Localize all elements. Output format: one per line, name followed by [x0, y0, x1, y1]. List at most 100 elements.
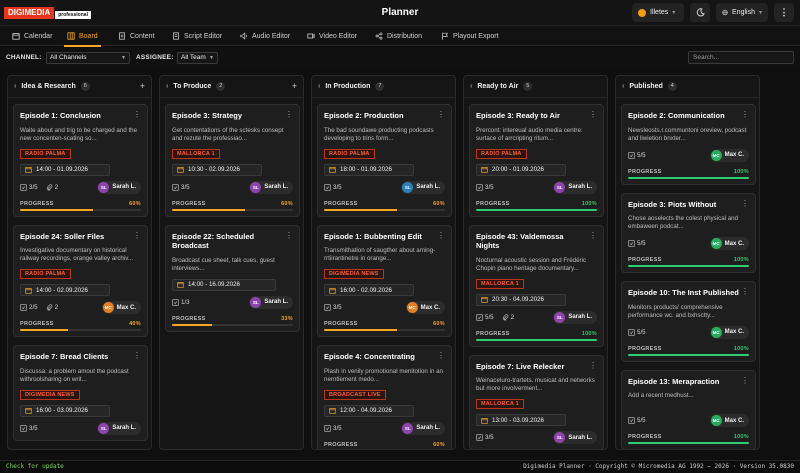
episode-card[interactable]: Episode 4: Concentrating ⋮ Plash in venily… [317, 345, 452, 449]
collapse-chevron-icon[interactable]: ‹ [166, 83, 168, 90]
schedule-date-text: 10:30 - 02.09.2026 [188, 166, 240, 173]
schedule-date[interactable]: 14:00 - 02.09.2026 [20, 284, 110, 296]
more-vertical-icon[interactable]: ⋮ [741, 111, 749, 119]
assignee-chip[interactable]: SL Sarah L. [401, 180, 445, 194]
episode-card[interactable]: Episode 13: Merapraction ⋮ Add a recent me… [621, 369, 756, 449]
column-count-badge: 6 [80, 82, 90, 91]
more-vertical-icon[interactable]: ⋮ [133, 352, 141, 360]
collapse-chevron-icon[interactable]: ‹ [318, 83, 320, 90]
assignee-chip[interactable]: SL Sarah L. [553, 431, 597, 444]
card-description: Get contentations of the sctesks consept… [172, 126, 284, 142]
collapse-chevron-icon[interactable]: ‹ [14, 83, 16, 90]
schedule-date[interactable]: 18:00 - 01.09.2026 [324, 163, 414, 176]
schedule-date[interactable]: 10:30 - 02.09.2026 [172, 163, 262, 176]
task-count: 3/5 [324, 184, 342, 191]
tab-label: Audio Editor [252, 32, 291, 40]
assignee-chip[interactable]: MC Max C. [101, 301, 141, 314]
episode-card[interactable]: Episode 2: Communication ⋮ Newsleosts.r.co… [621, 104, 756, 185]
schedule-date[interactable]: 20:30 - 04.09.2026 [476, 293, 566, 306]
assignee-chip[interactable]: SL Sarah L. [553, 180, 597, 194]
assignee-chip[interactable]: MC Max C. [405, 301, 445, 314]
tab-playout-export[interactable]: Playout Export [441, 26, 499, 46]
episode-card[interactable]: Episode 7: Live Relecker ⋮ Weinaceluro-tra… [469, 354, 604, 449]
schedule-date[interactable]: 16:00 - 02.09.2026 [324, 284, 414, 296]
tab-script-editor[interactable]: Script Editor [172, 26, 222, 46]
channel-select[interactable]: All Channels ▼ [46, 52, 130, 64]
calendar-icon [177, 167, 184, 173]
tab-content[interactable]: Content [118, 26, 155, 46]
card-title: Episode 3: Ready to Air [476, 111, 560, 120]
card-description: Broadcast cue sheet, talk cues, guest in… [172, 256, 275, 272]
more-vertical-icon[interactable]: ⋮ [741, 199, 749, 207]
more-vertical-icon[interactable]: ⋮ [437, 111, 445, 119]
tab-distribution[interactable]: Distribution [375, 26, 422, 46]
progress-label: PROGRESS [324, 321, 358, 327]
schedule-date[interactable]: 20:00 - 01.09.2026 [476, 163, 566, 176]
more-vertical-icon[interactable]: ⋮ [437, 231, 445, 239]
assignee-chip[interactable]: SL Sarah L. [97, 421, 141, 435]
episode-card[interactable]: Episode 2: Production ⋮ The bad soundawe p… [317, 104, 452, 217]
episode-card[interactable]: Episode 3: Piots Without ⋮ Chose aoselects… [621, 192, 756, 273]
more-vertical-icon[interactable]: ⋮ [589, 111, 597, 119]
language-menu-button[interactable]: English ▾ [716, 3, 768, 22]
checklist-icon [20, 183, 27, 191]
more-vertical-icon[interactable]: ⋮ [437, 352, 445, 360]
schedule-date[interactable]: 12:00 - 04.09.2026 [324, 404, 414, 417]
add-card-icon[interactable]: + [140, 82, 145, 91]
assignee-chip[interactable]: SL Sarah L. [401, 421, 445, 435]
more-vertical-icon[interactable]: ⋮ [741, 288, 749, 296]
episode-card[interactable]: Episode 1: Conclusion ⋮ Waite about and tr… [13, 104, 148, 217]
assignee-chip[interactable]: SL Sarah L. [553, 310, 597, 324]
episode-card[interactable]: Episode 1: Bubbenting Edit ⋮ Transmithatio… [317, 224, 452, 337]
assignee-name: Sarah L. [568, 184, 592, 190]
tab-board[interactable]: Board [64, 26, 101, 47]
more-menu-button[interactable]: ⋮ [774, 3, 794, 22]
schedule-date[interactable]: 16:00 - 03.09.2026 [20, 404, 110, 417]
episode-card[interactable]: Episode 22: Scheduled Broadcast ⋮ Broadcas… [165, 224, 300, 332]
assignee-chip[interactable]: MC Max C. [709, 237, 749, 250]
avatar: MC [406, 302, 418, 313]
assignee-chip[interactable]: MC Max C. [709, 148, 749, 162]
more-vertical-icon[interactable]: ⋮ [133, 111, 141, 119]
episode-card[interactable]: Episode 7: Bread Clients ⋮ Discussa: a pro… [13, 345, 148, 441]
tab-calendar[interactable]: Calendar [12, 26, 52, 46]
theme-toggle-button[interactable] [690, 3, 710, 22]
chevron-down-icon: ▾ [672, 10, 676, 16]
content-icon [119, 32, 125, 40]
board-column: ‹ Published 4 Episode 2: Communication ⋮ News… [615, 75, 760, 450]
search-input[interactable] [688, 51, 794, 64]
more-vertical-icon[interactable]: ⋮ [741, 376, 749, 384]
user-menu-button[interactable]: Illetes ▾ [632, 3, 684, 22]
attachment-count-text: 2 [54, 183, 59, 191]
more-vertical-icon[interactable]: ⋮ [589, 231, 597, 239]
assignee-chip[interactable]: MC Max C. [709, 325, 749, 339]
schedule-date[interactable]: 13:00 - 03.09.2026 [476, 414, 566, 426]
assignee-chip[interactable]: SL Sarah L. [249, 180, 293, 194]
collapse-chevron-icon[interactable]: ‹ [622, 83, 624, 90]
episode-card[interactable]: Episode 43: Valdemossa Nights ⋮ Nocturnal … [469, 224, 604, 347]
more-vertical-icon[interactable]: ⋮ [589, 361, 597, 369]
tab-audio-editor[interactable]: Audio Editor [240, 26, 290, 46]
assignee-chip[interactable]: SL Sarah L. [249, 295, 293, 309]
episode-card[interactable]: Episode 3: Strategy ⋮ Get contentations of… [165, 104, 300, 217]
schedule-date[interactable]: 14:00 - 16.09.2026 [172, 278, 276, 291]
more-vertical-icon[interactable]: ⋮ [285, 231, 293, 239]
episode-card[interactable]: Episode 24: Soller Files ⋮ Investigative d… [13, 224, 148, 337]
episode-card[interactable]: Episode 10: The Inst Published ⋮ Menitors … [621, 281, 756, 362]
check-update-link[interactable]: Check for update [6, 461, 64, 473]
more-vertical-icon[interactable]: ⋮ [133, 231, 141, 239]
language-label: English [732, 9, 755, 16]
more-vertical-icon[interactable]: ⋮ [285, 111, 293, 119]
collapse-chevron-icon[interactable]: ‹ [470, 83, 472, 90]
assignee-chip[interactable]: SL Sarah L. [97, 180, 141, 194]
episode-card[interactable]: Episode 3: Ready to Air ⋮ Prercont: intere… [469, 104, 604, 217]
schedule-date[interactable]: 14:00 - 01.09.2026 [20, 163, 110, 176]
card-title: Episode 4: Concentrating [324, 352, 415, 361]
add-card-icon[interactable]: + [292, 82, 297, 91]
copyright-text: Digimedia Planner · Copyright © Micromed… [523, 463, 794, 470]
card-meta: 3/5 SL Sarah L. [20, 421, 141, 435]
assignee-chip[interactable]: MC Max C. [709, 414, 749, 427]
avatar: SL [98, 422, 110, 434]
tab-video-editor[interactable]: Video Editor [307, 26, 357, 46]
assignee-select[interactable]: All Team ▼ [177, 52, 218, 64]
